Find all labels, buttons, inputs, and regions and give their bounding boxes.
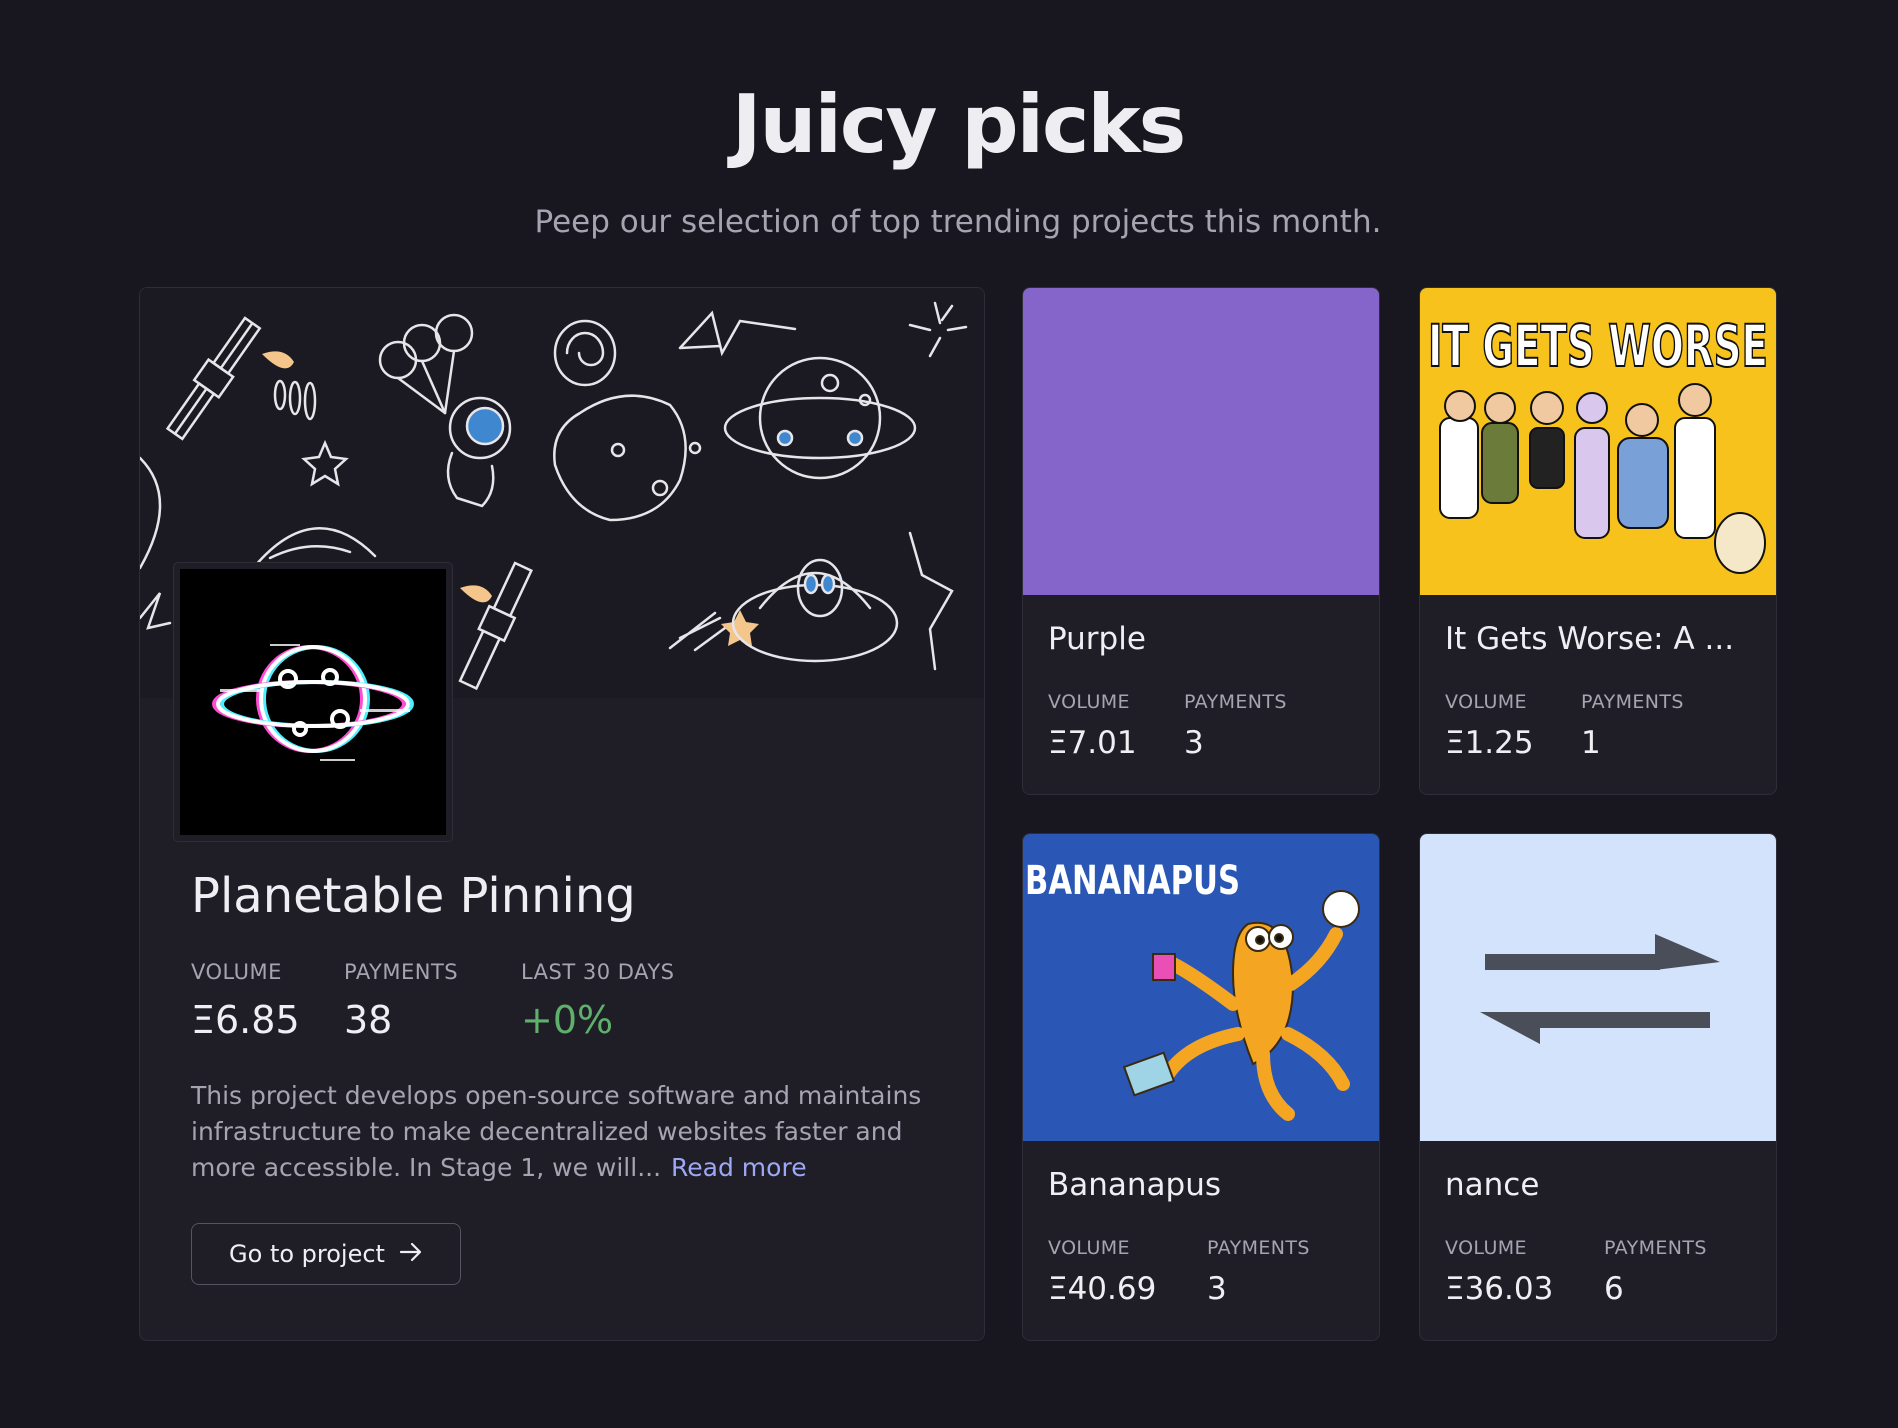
project-description: This project develops open-source softwa… (191, 1078, 951, 1186)
last-30-days-value: +0% (521, 998, 614, 1042)
payments-label: PAYMENTS (1604, 1237, 1707, 1259)
last-30-days-label: LAST 30 DAYS (521, 960, 675, 984)
project-name: nance (1445, 1167, 1540, 1203)
project-thumbnail: BANANAPUS (1023, 834, 1379, 1141)
volume-value: Ξ7.01 (1048, 725, 1137, 761)
go-to-project-label: Go to project (229, 1240, 385, 1268)
payments-value: 1 (1581, 725, 1601, 761)
volume-value: Ξ1.25 (1445, 725, 1534, 761)
project-card-bananapus[interactable]: BANANAPUS Bananapus VOLUME Ξ40.69 PAYMEN… (1022, 833, 1380, 1341)
volume-label: VOLUME (1445, 1237, 1527, 1259)
featured-project-name: Planetable Pinning (191, 868, 636, 924)
thumb-title-text: BANANAPUS (1025, 858, 1240, 904)
volume-label: VOLUME (191, 960, 282, 984)
volume-label: VOLUME (1445, 691, 1527, 713)
read-more-link[interactable]: Read more (671, 1153, 807, 1182)
page-subtitle: Peep our selection of top trending proje… (534, 204, 1382, 240)
payments-value: 6 (1604, 1271, 1624, 1307)
thumb-title-text: IT GETS WORSE (1428, 312, 1768, 380)
project-card-nance[interactable]: nance VOLUME Ξ36.03 PAYMENTS 6 (1419, 833, 1777, 1341)
payments-label: PAYMENTS (1581, 691, 1684, 713)
project-name: Purple (1048, 621, 1146, 657)
description-text: This project develops open-source softwa… (191, 1081, 922, 1182)
featured-project-card[interactable]: Planetable Pinning VOLUME Ξ6.85 PAYMENTS… (139, 287, 985, 1341)
payments-value: 3 (1207, 1271, 1227, 1307)
arrow-right-icon (399, 1240, 423, 1268)
payments-label: PAYMENTS (1207, 1237, 1310, 1259)
payments-label: PAYMENTS (1184, 691, 1287, 713)
volume-label: VOLUME (1048, 691, 1130, 713)
project-name: Bananapus (1048, 1167, 1222, 1203)
swap-arrows-icon (1420, 834, 1776, 1141)
glitch-planet-logo (174, 563, 452, 841)
volume-value: Ξ40.69 (1048, 1271, 1157, 1307)
payments-value: 3 (1184, 725, 1204, 761)
volume-value: Ξ36.03 (1445, 1271, 1554, 1307)
project-card-it-gets-worse[interactable]: IT GETS WORSE It Gets Worse: A ... VOLUM… (1419, 287, 1777, 795)
payments-value: 38 (344, 998, 393, 1042)
volume-value: Ξ6.85 (191, 998, 300, 1042)
project-card-purple[interactable]: Purple VOLUME Ξ7.01 PAYMENTS 3 (1022, 287, 1380, 795)
volume-label: VOLUME (1048, 1237, 1130, 1259)
payments-label: PAYMENTS (344, 960, 459, 984)
page-title: Juicy picks (731, 78, 1187, 171)
project-thumbnail (1023, 288, 1379, 595)
go-to-project-button[interactable]: Go to project (191, 1223, 461, 1285)
project-thumbnail: IT GETS WORSE (1420, 288, 1776, 595)
project-name: It Gets Worse: A ... (1445, 621, 1735, 657)
